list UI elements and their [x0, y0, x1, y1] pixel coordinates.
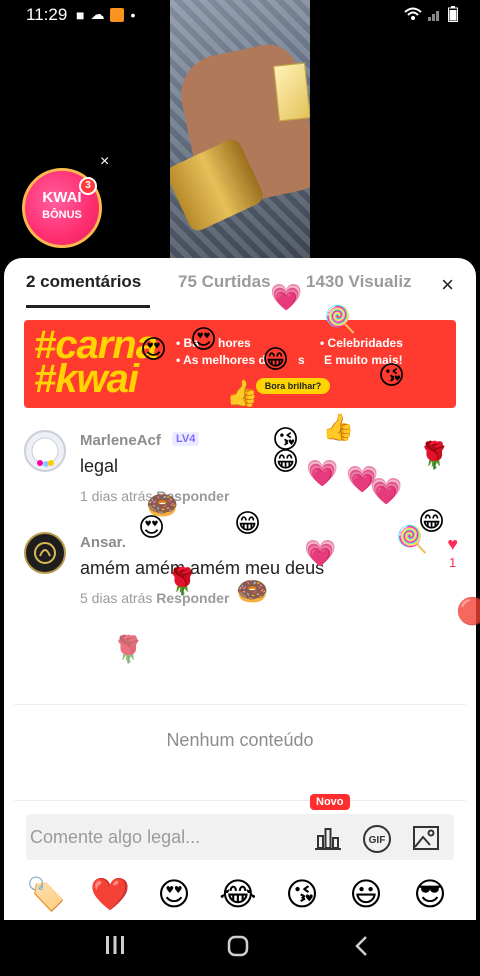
tab-views[interactable]: 1430 Visualiz [306, 272, 412, 292]
avatar[interactable] [24, 532, 66, 574]
recent-apps-button[interactable] [104, 934, 126, 963]
reply-button[interactable]: Responder [156, 590, 229, 606]
emoji-quick-bar: 🏷️ ❤️ 😍 😂 😘 😃 😎 [4, 872, 476, 918]
gif-label: GIF [369, 835, 386, 846]
comment-time: 5 dias atrás [80, 590, 153, 606]
banner-bullet1: • Ba [176, 336, 199, 350]
carnakwai-banner[interactable]: #carna #kwai • Ba hores • As melhores d … [24, 320, 456, 408]
divider [14, 800, 466, 801]
kwai-bonus-close-icon[interactable]: × [100, 153, 109, 171]
back-button[interactable] [352, 934, 372, 965]
emoji-kwai-sticker[interactable]: 🏷️ [26, 876, 66, 912]
tab-comments[interactable]: 2 comentários [26, 272, 141, 292]
emoji-kiss[interactable]: 😘 [282, 876, 322, 912]
banner-bullet2b: s [298, 353, 305, 367]
empty-state-text: Nenhum conteúdo [166, 730, 314, 750]
kwai-bonus-badge: 3 [79, 177, 97, 195]
status-right-icons [404, 6, 458, 25]
video-gold-bar [273, 62, 310, 122]
video-player[interactable] [170, 0, 310, 260]
like-button[interactable]: ♥ 1 [447, 534, 458, 570]
cloud-icon: ☁ [90, 6, 105, 22]
comment-meta: 5 dias atrás Responder [80, 590, 229, 606]
emoji-laughing[interactable]: 😂 [218, 876, 258, 912]
avatar[interactable] [24, 430, 66, 472]
comment-time: 1 dias atrás [80, 488, 153, 504]
comment-meta: 1 dias atrás Responder [80, 488, 229, 504]
comments-sheet: 2 comentários 75 Curtidas 1430 Visualiz … [4, 258, 476, 920]
kwai-bonus-button[interactable]: KWAI BÔNUS 3 [22, 168, 102, 248]
level-badge: LV4 [172, 432, 200, 446]
banner-bullet4: E muito mais! [324, 353, 403, 367]
dot-icon: • [130, 6, 136, 23]
like-count: 1 [449, 555, 457, 570]
app-icon [110, 7, 125, 22]
tab-underline [26, 305, 150, 308]
banner-bullet1b: hores [218, 336, 251, 350]
reply-button[interactable]: Responder [156, 488, 229, 504]
emoji-sunglasses[interactable]: 😎 [410, 876, 450, 912]
comment-text: amém amém amém meu deus [80, 558, 325, 578]
emoji-smile[interactable]: 😃 [346, 876, 386, 912]
divider [14, 704, 466, 705]
image-icon[interactable] [412, 824, 440, 852]
comment-author[interactable]: Ansar. [80, 534, 126, 551]
banner-hashtag-line2: #kwai [34, 357, 139, 401]
wifi-icon [404, 7, 422, 24]
chart-icon[interactable] [314, 824, 342, 852]
home-button[interactable] [226, 934, 250, 965]
android-nav-bar [0, 920, 480, 976]
status-left-icons: ■ ☁ • [76, 6, 135, 23]
gif-icon[interactable]: GIF [362, 824, 391, 853]
emoji-heart[interactable]: ❤️ [90, 876, 130, 912]
comment-text: legal [80, 456, 119, 476]
banner-bullet2: • As melhores d [176, 353, 266, 367]
kwai-bonus-subtitle: BÔNUS [42, 209, 82, 221]
new-badge: Novo [310, 794, 350, 810]
tab-likes[interactable]: 75 Curtidas [178, 272, 271, 292]
banner-cta[interactable]: Bora brilhar? [256, 378, 330, 394]
heart-icon: ♥ [447, 534, 458, 554]
signal-icon [428, 7, 442, 24]
comment-author[interactable]: MarleneAcf [80, 432, 161, 449]
tab-bar: 2 comentários 75 Curtidas 1430 Visualiz [4, 272, 476, 308]
comment-item: Ansar. amém amém amém meu deus 5 dias at… [24, 532, 464, 612]
banner-bullet3: • Celebridades [320, 336, 403, 350]
status-time: 11:29 [26, 5, 68, 24]
comment-input[interactable] [26, 814, 296, 860]
video-icon: ■ [76, 6, 85, 23]
close-icon[interactable]: × [441, 272, 454, 298]
comment-item: MarleneAcf LV4 legal 1 dias atrás Respon… [24, 430, 464, 510]
emoji-heart-eyes[interactable]: 😍 [154, 876, 194, 912]
battery-icon [448, 6, 458, 25]
comment-input-bar: Novo GIF [26, 794, 454, 860]
banner-hashtag: #carna #kwai [34, 325, 158, 401]
